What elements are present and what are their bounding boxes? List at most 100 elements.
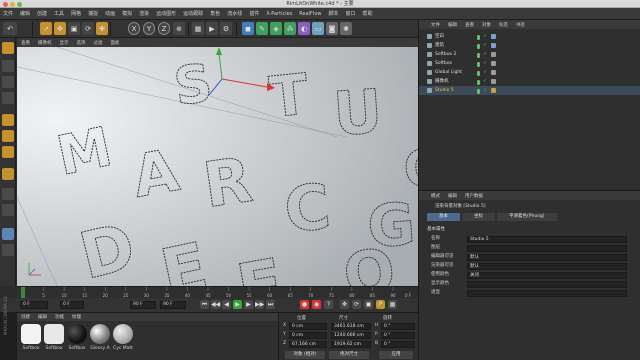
y-axis-lock-button[interactable]: Y xyxy=(143,22,155,35)
light-button[interactable]: ✺ xyxy=(340,22,352,35)
menu-item[interactable]: 文件 xyxy=(3,10,13,17)
attribute-tab[interactable]: 坐标 xyxy=(462,213,495,221)
size-field[interactable]: 1240.666 cm xyxy=(331,332,371,339)
recent-tool-button[interactable]: ✚ xyxy=(96,22,108,35)
wireframe-letter[interactable]: U xyxy=(331,76,385,150)
object-tag[interactable] xyxy=(491,79,496,84)
object-menu-item[interactable]: 编辑 xyxy=(448,22,457,28)
current-frame-field[interactable]: 0 F xyxy=(20,301,48,309)
visibility-render-dot[interactable] xyxy=(477,82,480,85)
object-tag[interactable] xyxy=(491,70,496,75)
object-row[interactable]: 摄像机 ✓ xyxy=(419,77,640,86)
material-swatch[interactable]: Glossy A xyxy=(90,324,110,356)
floor-button[interactable]: ▭ xyxy=(312,22,324,35)
goto-end-button[interactable]: ⏭ xyxy=(266,300,275,309)
material-menu-item[interactable]: 创建 xyxy=(21,314,30,320)
visibility-render-dot[interactable] xyxy=(477,46,480,49)
object-tag[interactable] xyxy=(491,43,496,48)
visibility-render-dot[interactable] xyxy=(477,37,480,40)
menu-item[interactable]: X-Particles xyxy=(266,11,292,17)
attribute-value[interactable]: 关闭 xyxy=(467,271,627,279)
menu-item[interactable]: 运动图形 xyxy=(156,10,176,17)
attribute-menu-item[interactable]: 编辑 xyxy=(448,193,457,199)
rotation-field[interactable]: 0 ° xyxy=(381,323,415,330)
attribute-value[interactable] xyxy=(467,289,627,297)
timeline-ruler[interactable]: 0510152025303540455055606570758085900 F xyxy=(17,286,418,299)
enabled-check-icon[interactable]: ✓ xyxy=(483,59,487,68)
attribute-menu-item[interactable]: 模式 xyxy=(431,193,440,199)
record-keys-button[interactable]: ● xyxy=(300,300,309,309)
menu-item[interactable]: 工具 xyxy=(54,10,64,17)
attribute-value[interactable] xyxy=(467,280,627,288)
max-frame-field[interactable]: 90 F xyxy=(160,301,186,309)
material-swatch[interactable]: Cyc Matt xyxy=(113,324,133,356)
object-tag[interactable] xyxy=(491,52,496,57)
polygons-mode-button[interactable] xyxy=(2,146,14,158)
render-settings-button[interactable]: ⚙ xyxy=(220,22,232,35)
attribute-value[interactable]: Studio 5 xyxy=(467,235,627,243)
enabled-check-icon[interactable]: ✓ xyxy=(483,32,487,41)
menu-item[interactable]: 编辑 xyxy=(20,10,30,17)
attribute-tab[interactable]: 基本 xyxy=(427,213,460,221)
enabled-check-icon[interactable]: ✓ xyxy=(483,68,487,77)
tweak-mode-button[interactable] xyxy=(2,244,14,256)
play-button[interactable]: ▶ xyxy=(233,300,242,309)
coordinate-mode-select[interactable]: 对象 (相对) xyxy=(285,351,325,359)
attribute-value[interactable]: 默认 xyxy=(467,262,627,270)
rotation-field[interactable]: 0 ° xyxy=(381,332,415,339)
position-field[interactable]: 0 cm xyxy=(289,323,327,330)
soft-selection-button[interactable] xyxy=(2,228,14,240)
object-menu-item[interactable]: 书签 xyxy=(516,22,525,28)
x-axis-lock-button[interactable]: X xyxy=(128,22,140,35)
render-view-button[interactable]: ▦ xyxy=(192,22,204,35)
pen-spline-button[interactable]: ✎ xyxy=(256,22,268,35)
rotation-field[interactable]: 0 ° xyxy=(381,341,415,348)
menu-item[interactable]: 捕捉 xyxy=(88,10,98,17)
visibility-render-dot[interactable] xyxy=(477,73,480,76)
workplane-mode-button[interactable] xyxy=(2,92,14,104)
render-picture-viewer-button[interactable]: ▶ xyxy=(206,22,218,35)
prev-key-button[interactable]: ◀◀ xyxy=(211,300,220,309)
visibility-render-dot[interactable] xyxy=(477,55,480,58)
menu-item[interactable]: 网格 xyxy=(71,10,81,17)
apply-button[interactable]: 应用 xyxy=(379,351,413,359)
wireframe-letter[interactable]: T xyxy=(266,62,312,132)
object-menu-item[interactable]: 查看 xyxy=(465,22,474,28)
menu-item[interactable]: 角色 xyxy=(210,10,220,17)
menu-item[interactable]: 动画 xyxy=(105,10,115,17)
undo-button[interactable]: ↶ xyxy=(3,22,17,35)
key-scale-button[interactable]: ◼ xyxy=(364,300,373,309)
position-field[interactable]: 0 cm xyxy=(289,332,327,339)
wireframe-letter[interactable]: Q xyxy=(401,138,418,200)
make-editable-button[interactable] xyxy=(2,42,14,54)
key-position-button[interactable]: ✥ xyxy=(340,300,349,309)
end-frame-field[interactable]: 90 F xyxy=(130,301,156,309)
wireframe-letter[interactable]: R xyxy=(198,142,256,222)
size-mode-select[interactable]: 绝对尺寸 xyxy=(329,351,369,359)
viewport-menu-item[interactable]: 查看 xyxy=(21,40,30,46)
autokey-button[interactable]: ◉ xyxy=(312,300,321,309)
enabled-check-icon[interactable]: ✓ xyxy=(483,50,487,59)
start-frame-field[interactable]: 0 F xyxy=(60,301,84,309)
visibility-render-dot[interactable] xyxy=(477,64,480,67)
object-row[interactable]: Studio 5 ✓ xyxy=(419,86,640,95)
object-tag[interactable] xyxy=(491,61,496,66)
subdivision-button[interactable]: ◈ xyxy=(270,22,282,35)
menu-item[interactable]: 模拟 xyxy=(122,10,132,17)
workplane-lock-button[interactable] xyxy=(2,204,14,216)
menu-item[interactable]: 运动跟踪 xyxy=(183,10,203,17)
texture-mode-button[interactable] xyxy=(2,76,14,88)
prev-frame-button[interactable]: ◀ xyxy=(222,300,231,309)
menu-item[interactable]: 创建 xyxy=(37,10,47,17)
cube-primitive-button[interactable]: ◼ xyxy=(242,22,254,35)
object-menu-item[interactable]: 文件 xyxy=(431,22,440,28)
object-row[interactable]: 建筑 ✓ xyxy=(419,41,640,50)
menu-item[interactable]: RealFlow xyxy=(299,11,321,17)
object-row[interactable]: Global Light ✓ xyxy=(419,68,640,77)
material-menu-item[interactable]: 功能 xyxy=(55,314,64,320)
object-row[interactable]: Softbox 2 ✓ xyxy=(419,50,640,59)
menu-item[interactable]: 渲染 xyxy=(139,10,149,17)
attribute-tab[interactable]: 平滑着色(Phong) xyxy=(497,213,557,221)
keyframe-selection-button[interactable]: ? xyxy=(324,300,333,309)
model-mode-button[interactable] xyxy=(2,60,14,72)
